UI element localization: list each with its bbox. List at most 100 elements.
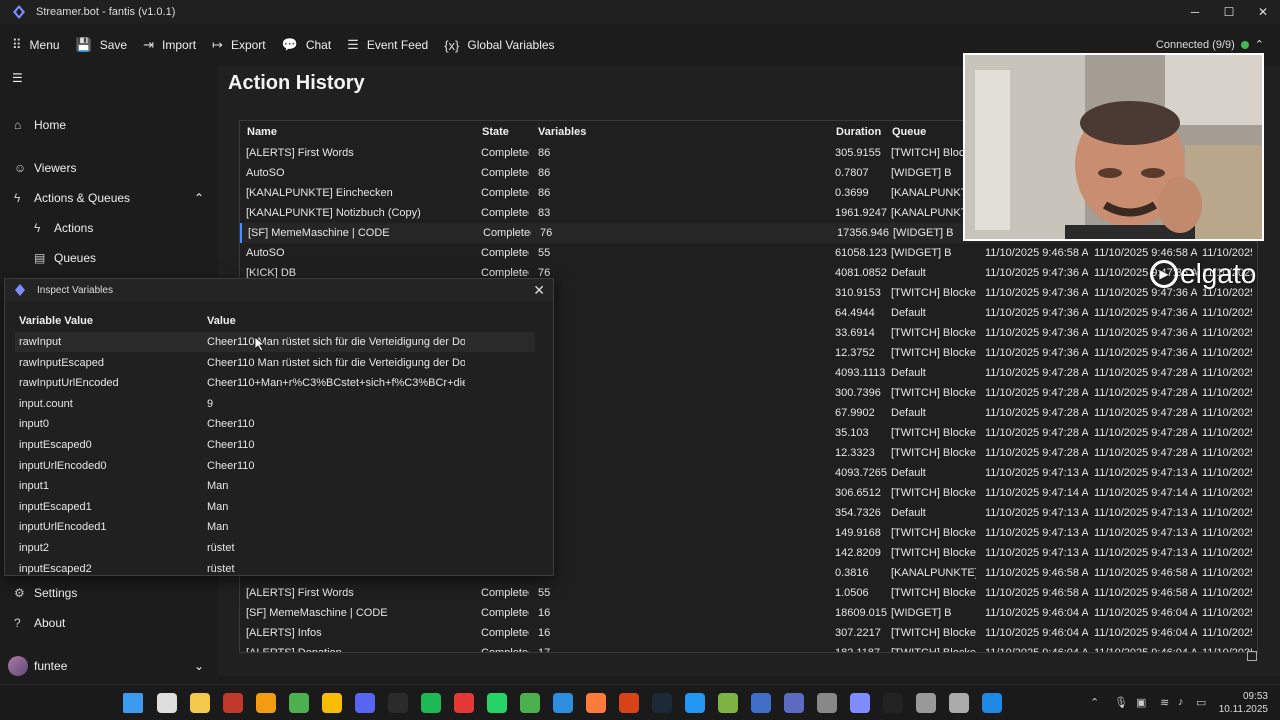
app-icon[interactable]: [718, 693, 738, 713]
variable-row[interactable]: inputEscaped2 rüstet: [15, 559, 535, 575]
column-header-value[interactable]: Value: [207, 315, 236, 327]
microphone-icon[interactable]: 🎙: [1114, 696, 1128, 709]
minimize-button[interactable]: ─: [1178, 0, 1212, 24]
whatsapp-icon[interactable]: [487, 693, 507, 713]
toolbar-menu-button[interactable]: ⠿ Menu: [12, 37, 60, 53]
table-row[interactable]: AutoSO Completed 55 61058.123 [WIDGET] B 11/1…: [240, 243, 1257, 263]
volume-icon[interactable]: ♪: [1178, 696, 1184, 708]
resize-grip[interactable]: [1247, 651, 1257, 661]
variable-row[interactable]: input.count 9: [15, 394, 535, 414]
app-icon[interactable]: [454, 693, 474, 713]
battery-icon[interactable]: ▭: [1196, 696, 1206, 709]
sidebar-item-actions-queues[interactable]: ϟ Actions & Queues ⌃: [14, 191, 204, 205]
davinci-icon[interactable]: [883, 693, 903, 713]
sidebar-item-label: Actions & Queues: [34, 191, 131, 205]
cell-state: Completed: [481, 207, 529, 219]
spotify-icon[interactable]: [421, 693, 441, 713]
toolbar-import-button[interactable]: ⇥ Import: [143, 37, 196, 53]
variables-icon: {x}: [444, 37, 460, 53]
discord-icon[interactable]: [355, 693, 375, 713]
file-explorer-icon[interactable]: [190, 693, 210, 713]
settings-icon[interactable]: [949, 693, 969, 713]
notepad-icon[interactable]: [520, 693, 540, 713]
user-profile[interactable]: funtee ⌄: [8, 656, 204, 676]
variable-row[interactable]: rawInputEscaped Cheer110 Man rüstet sich …: [15, 353, 535, 373]
toolbar-save-button[interactable]: 💾 Save: [76, 37, 128, 53]
variable-row[interactable]: input1 Man: [15, 476, 535, 496]
app-icon[interactable]: [784, 693, 804, 713]
maximize-button[interactable]: ☐: [1212, 0, 1246, 24]
connection-status[interactable]: Connected (9/9) ⌃: [1156, 38, 1264, 52]
sidebar-item-actions[interactable]: ϟ Actions: [34, 221, 93, 235]
table-row[interactable]: [ALERTS] Infos Completed 16 307.2217 [TWITCH…: [240, 623, 1257, 643]
app-icon[interactable]: [619, 693, 639, 713]
variable-row[interactable]: inputEscaped0 Cheer110: [15, 435, 535, 455]
cell-state: Completed: [481, 247, 529, 259]
cell-queue: Default: [891, 367, 926, 379]
column-header-queue[interactable]: Queue: [892, 126, 926, 138]
variable-row[interactable]: rawInput Cheer110 Man rüstet sich für die…: [15, 332, 535, 352]
cell-t2: 11/10/2025 9:47:36 A: [1094, 307, 1197, 319]
toolbar-global-variables-button[interactable]: {x} Global Variables: [444, 38, 554, 53]
variable-name: inputEscaped2: [19, 562, 92, 575]
cell-t2: 11/10/2025 9:47:13 A: [1094, 527, 1197, 539]
cell-state: Completed: [481, 607, 529, 619]
close-dialog-button[interactable]: ✕: [533, 282, 545, 299]
cell-t3: 11/10/2025: [1202, 467, 1252, 479]
cell-name: [SF] MemeMaschine | CODE: [246, 607, 388, 619]
cell-t3: 11/10/2025: [1202, 507, 1252, 519]
tray-app-icon[interactable]: ▣: [1136, 696, 1146, 709]
column-header-name[interactable]: Name: [247, 126, 277, 138]
app-icon[interactable]: [685, 693, 705, 713]
cell-t1: 11/10/2025 9:46:04 A: [985, 607, 1088, 619]
filezilla-icon[interactable]: [223, 693, 243, 713]
table-row[interactable]: [SF] MemeMaschine | CODE Completed 16 18609…: [240, 603, 1257, 623]
variable-row[interactable]: inputEscaped1 Man: [15, 497, 535, 517]
chrome-icon[interactable]: [289, 693, 309, 713]
table-row[interactable]: [ALERTS] Donation Completed 17 182.1187 [TWI…: [240, 643, 1257, 652]
search-icon[interactable]: [157, 693, 177, 713]
chrome-icon[interactable]: [322, 693, 342, 713]
column-header-state[interactable]: State: [482, 126, 509, 138]
epic-games-icon[interactable]: [388, 693, 408, 713]
close-window-button[interactable]: ✕: [1246, 0, 1280, 24]
variable-row[interactable]: inputUrlEncoded0 Cheer110: [15, 456, 535, 476]
column-header-variable[interactable]: Variable Value: [19, 315, 93, 327]
clock[interactable]: 09:53 10.11.2025: [1219, 690, 1268, 716]
cell-t2: 11/10/2025 9:47:13 A: [1094, 547, 1197, 559]
sidebar-item-viewers[interactable]: ☺ Viewers: [14, 161, 76, 175]
toolbar-export-button[interactable]: ↦ Export: [212, 37, 266, 53]
vlc-icon[interactable]: [256, 693, 276, 713]
sidebar-item-settings[interactable]: ⚙ Settings: [14, 586, 77, 600]
app-icon[interactable]: [751, 693, 771, 713]
toolbar-chat-button[interactable]: 💬 Chat: [282, 37, 332, 53]
cell-t1: 11/10/2025 9:47:28 A: [985, 447, 1088, 459]
app-icon[interactable]: [817, 693, 837, 713]
vscode-icon[interactable]: [553, 693, 573, 713]
streamerbot-icon[interactable]: [850, 693, 870, 713]
show-hidden-icons-button[interactable]: ⌃: [1090, 696, 1099, 709]
column-header-duration[interactable]: Duration: [836, 126, 881, 138]
wifi-icon[interactable]: ≋: [1160, 696, 1169, 709]
sidebar-item-home[interactable]: ⌂ Home: [14, 118, 66, 132]
inspect-variables-dialog[interactable]: Inspect Variables ✕ Variable Value Value…: [4, 278, 554, 576]
variable-value: 9: [207, 397, 214, 410]
variable-row[interactable]: input2 rüstet: [15, 538, 535, 558]
app-icon[interactable]: [586, 693, 606, 713]
sidebar-item-about[interactable]: ? About: [14, 616, 65, 630]
import-icon: ⇥: [143, 37, 155, 52]
variable-row[interactable]: input0 Cheer110: [15, 414, 535, 434]
windows-start-icon[interactable]: [123, 693, 143, 713]
app-icon[interactable]: [916, 693, 936, 713]
variable-row[interactable]: rawInputUrlEncoded Cheer110+Man+r%C3%BCst…: [15, 373, 535, 393]
mouse-cursor-icon: [255, 337, 265, 351]
app-icon[interactable]: [982, 693, 1002, 713]
steam-icon[interactable]: [652, 693, 672, 713]
sidebar-item-queues[interactable]: ▤ Queues: [34, 251, 96, 265]
toolbar-event-feed-button[interactable]: ☰ Event Feed: [347, 37, 428, 53]
column-header-variables[interactable]: Variables: [538, 126, 586, 138]
cell-t3: 11/10/2025: [1202, 587, 1252, 599]
hamburger-menu-button[interactable]: ☰: [12, 71, 23, 85]
variable-row[interactable]: inputUrlEncoded1 Man: [15, 517, 535, 537]
table-row[interactable]: [ALERTS] First Words Completed 55 1.0506 [TW…: [240, 583, 1257, 603]
